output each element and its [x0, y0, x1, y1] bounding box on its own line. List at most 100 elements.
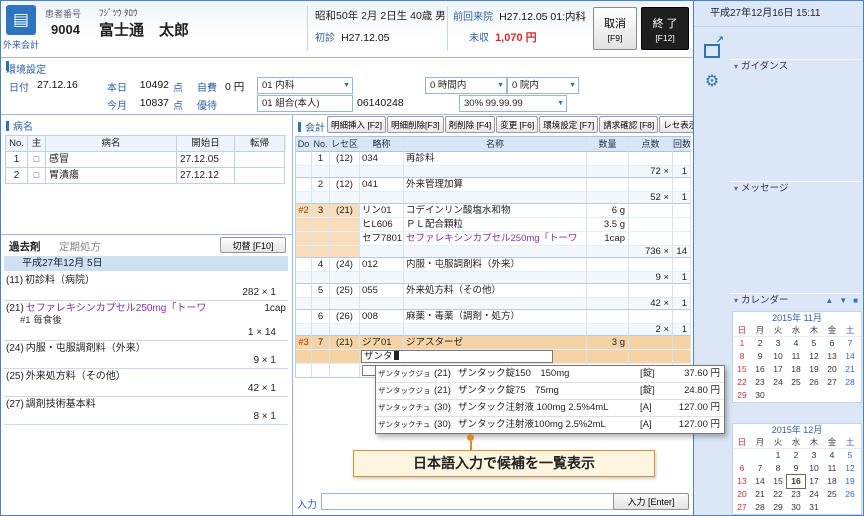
calendar-today-button[interactable]: ■	[853, 294, 858, 308]
calendar-day[interactable]: 23	[751, 376, 769, 389]
calendar-day[interactable]: 4	[823, 449, 841, 462]
accounting-row[interactable]: セフ7801ヘセファレキシンカプセル250mg「トーワ1cap	[295, 232, 691, 246]
calendar-day[interactable]: 18	[823, 475, 841, 488]
calendar-day[interactable]: 12	[805, 350, 823, 363]
calendar-day[interactable]: 1	[769, 449, 787, 462]
calendar-day[interactable]: 22	[769, 488, 787, 501]
calendar-day[interactable]: 28	[841, 376, 859, 389]
accounting-row[interactable]: ヒL606ＰＬ配合顆粒3.5 g	[295, 218, 691, 232]
item-name-edit-input[interactable]: ザンタ	[361, 350, 553, 363]
tab-regular-prescription[interactable]: 定期処方	[59, 239, 101, 254]
time-category-select[interactable]: 0 時間内	[425, 77, 507, 94]
calendar-day[interactable]: 19	[805, 363, 823, 376]
main-disease-checkbox[interactable]: □	[28, 168, 46, 184]
history-date-header[interactable]: 平成27年12月 5日	[4, 256, 288, 271]
calendar-day[interactable]: 16	[751, 363, 769, 376]
insurance-select[interactable]: 01 組合(本人)	[257, 95, 353, 112]
calendar-day[interactable]: 30	[787, 501, 805, 514]
calendar-day[interactable]: 25	[787, 376, 805, 389]
accounting-row[interactable]: 5(25)055外来処方料（その他）	[295, 284, 691, 298]
suggestion-item[interactable]: ザンタックチュウ(30)ザンタック注射液 100mg 2.5%4mL[A]127…	[376, 400, 724, 417]
suggestion-item[interactable]: ザンタックジョウ(21)ザンタック錠75 75mg[錠]24.80 円	[376, 383, 724, 400]
calendar-day[interactable]: 13	[733, 475, 751, 488]
calendar-day[interactable]: 28	[751, 501, 769, 514]
calendar-prev-month-button[interactable]: ▲	[825, 294, 833, 308]
calendar-day[interactable]: 25	[823, 488, 841, 501]
external-window-button[interactable]: ↗	[699, 35, 725, 61]
toolbar-button[interactable]: 剤削除 [F4]	[445, 116, 496, 133]
calendar-day[interactable]: 22	[733, 376, 751, 389]
calendar-day[interactable]: 14	[841, 350, 859, 363]
calendar-day[interactable]: 20	[733, 488, 751, 501]
suggestion-item[interactable]: ザンタックチュウ(30)ザンタック注射液100mg 2.5%2mL[A]127.…	[376, 417, 724, 433]
switch-button[interactable]: 切替 [F10]	[220, 237, 286, 253]
calendar-day[interactable]: 11	[787, 350, 805, 363]
calendar-day[interactable]: 19	[841, 475, 859, 488]
calendar-day[interactable]: 10	[769, 350, 787, 363]
calendar-day[interactable]: 24	[805, 488, 823, 501]
calendar-day[interactable]: 2	[787, 449, 805, 462]
calendar-day[interactable]: 2	[751, 337, 769, 350]
disease-row[interactable]: 2□胃潰瘍27.12.12	[5, 168, 286, 184]
calendar-day[interactable]: 9	[787, 462, 805, 475]
accounting-row[interactable]: 1(12)034再診料	[295, 152, 691, 166]
calendar-day[interactable]: 20	[823, 363, 841, 376]
entry-submit-button[interactable]: 入力 [Enter]	[613, 493, 689, 510]
calendar-day[interactable]: 1	[733, 337, 751, 350]
calendar-day[interactable]: 10	[805, 462, 823, 475]
calendar-day[interactable]: 9	[751, 350, 769, 363]
calendar-day[interactable]: 18	[787, 363, 805, 376]
calendar-day[interactable]: 31	[805, 501, 823, 514]
calendar-day[interactable]: 12	[841, 462, 859, 475]
calendar-day[interactable]: 21	[751, 488, 769, 501]
burden-rate-select[interactable]: 30% 99.99.99	[459, 95, 567, 112]
calendar-day[interactable]: 6	[823, 337, 841, 350]
history-item[interactable]: (11)初診料（病院）282 × 1	[4, 273, 288, 301]
toolbar-button[interactable]: 請求確認 [F8]	[599, 116, 658, 133]
calendar-day[interactable]: 29	[733, 389, 751, 402]
calendar-day[interactable]: 23	[787, 488, 805, 501]
in-out-select[interactable]: 0 院内	[507, 77, 579, 94]
calendar-day[interactable]: 5	[841, 449, 859, 462]
history-item[interactable]: (21)セファレキシンカプセル250mg「トーワ1cap#1 毎食後1 × 14	[4, 301, 288, 341]
calendar-day[interactable]: 17	[769, 363, 787, 376]
toolbar-button[interactable]: 明細削除[F3]	[387, 116, 444, 133]
calendar-day[interactable]: 21	[841, 363, 859, 376]
history-item[interactable]: (24)内服・屯服調剤料（外来）9 × 1	[4, 341, 288, 369]
toolbar-button[interactable]: 環境設定 [F7]	[539, 116, 598, 133]
calendar-day[interactable]: 4	[787, 337, 805, 350]
settings-button[interactable]: ⚙	[699, 69, 725, 95]
cancel-button[interactable]: 取消 [F9]	[593, 7, 637, 50]
calendar-day[interactable]: 30	[751, 389, 769, 402]
calendar-day[interactable]: 7	[841, 337, 859, 350]
guidance-section-header[interactable]: ▾ガイダンス	[730, 59, 861, 74]
accounting-row[interactable]: 6(26)008麻薬・毒薬（調剤・処方）	[295, 310, 691, 324]
calendar-day[interactable]: 11	[823, 462, 841, 475]
calendar-day[interactable]: 5	[805, 337, 823, 350]
toolbar-button[interactable]: 明細挿入 [F2]	[327, 116, 386, 133]
calendar-day[interactable]: 3	[769, 337, 787, 350]
calendar-day[interactable]: 8	[733, 350, 751, 363]
calendar-day[interactable]: 7	[751, 462, 769, 475]
calendar-day[interactable]: 29	[769, 501, 787, 514]
finish-button[interactable]: 終 了 [F12]	[641, 7, 689, 50]
calendar-day[interactable]: 26	[805, 376, 823, 389]
calendar-day[interactable]: 16	[787, 475, 805, 488]
calendar-day[interactable]: 15	[733, 363, 751, 376]
toolbar-button[interactable]: 変更 [F6]	[496, 116, 538, 133]
disease-row[interactable]: 1□感冒27.12.05	[5, 152, 286, 168]
calendar-section-header[interactable]: ■ ▼ ▲ ▾カレンダー	[730, 293, 861, 308]
calendar-day[interactable]: 3	[805, 449, 823, 462]
department-select[interactable]: 01 内科	[257, 77, 353, 94]
history-item[interactable]: (25)外来処方料（その他）42 × 1	[4, 369, 288, 397]
calendar-next-month-button[interactable]: ▼	[839, 294, 847, 308]
accounting-row[interactable]: 4(24)012内服・屯服調剤料（外来）	[295, 258, 691, 272]
calendar-day[interactable]: 27	[823, 376, 841, 389]
main-disease-checkbox[interactable]: □	[28, 152, 46, 168]
tab-past-medications[interactable]: 過去剤	[9, 239, 41, 254]
calendar-day[interactable]: 14	[751, 475, 769, 488]
accounting-row[interactable]: #37(21)ジア01ジアスターゼ3 g	[295, 336, 691, 350]
accounting-row[interactable]: #23(21)リン01コデインリン酸塩水和物6 g	[295, 204, 691, 218]
calendar-day[interactable]: 17	[805, 475, 823, 488]
suggestion-item[interactable]: ザンタックジョウ(21)ザンタック錠150 150mg[錠]37.60 円	[376, 366, 724, 383]
